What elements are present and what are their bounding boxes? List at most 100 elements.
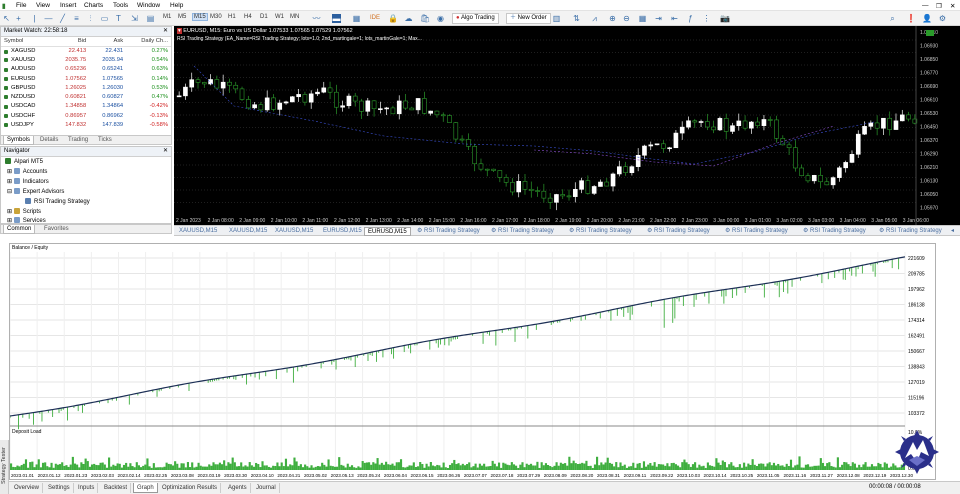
shapes-icon[interactable]: ▭ xyxy=(100,14,109,23)
tab-inputs[interactable]: Inputs xyxy=(75,483,99,493)
cursor-icon[interactable]: ↖ xyxy=(2,14,11,23)
tf-d1[interactable]: D1 xyxy=(260,14,268,20)
arrows-icon[interactable]: ⇲ xyxy=(130,14,139,23)
chart-tab[interactable]: XAUUSD,M15 xyxy=(272,227,316,236)
chart-tab[interactable]: ⚙ RSI Trading Strategy xyxy=(488,227,557,236)
chart-tab[interactable]: ⚙ RSI Trading Strategy xyxy=(644,227,713,236)
market-watch-row[interactable]: USDCHF 0.86957 0.86962 -0.13% xyxy=(1,111,171,120)
chart-tab[interactable]: ⚙ RSI Trading Strategy xyxy=(876,227,945,236)
tile-icon[interactable]: ▦ xyxy=(638,14,647,23)
account-icon[interactable]: 👤 xyxy=(922,14,932,23)
tf-m30[interactable]: M30 xyxy=(210,14,222,20)
algo-trading-button[interactable]: ● Algo Trading xyxy=(452,13,499,24)
notifications-icon[interactable]: ❗ xyxy=(906,14,916,23)
autoscroll-icon[interactable]: ⇥ xyxy=(654,14,663,23)
templates-icon[interactable]: ▦ xyxy=(352,14,361,23)
price-chart[interactable]: 1.070101.069301.068501.067701.066901.066… xyxy=(174,26,960,225)
menu-charts[interactable]: Charts xyxy=(84,2,103,9)
balance-graph[interactable]: 221609 209785 197962 186138 174314 162491 1506… xyxy=(9,243,936,480)
market-watch-row[interactable]: XAUUSD 2035.75 2035.94 0.54% xyxy=(1,55,171,64)
chart-tab[interactable]: ⚙ RSI Trading Strategy xyxy=(722,227,791,236)
tab-graph[interactable]: Graph xyxy=(133,483,158,493)
lock-icon[interactable]: 🔒 xyxy=(388,14,398,23)
market-watch-row[interactable]: EURUSD 1.07562 1.07565 0.14% xyxy=(1,74,171,83)
tab-common[interactable]: Common xyxy=(3,225,36,234)
horizontal-line-icon[interactable]: — xyxy=(44,14,53,23)
market-watch-row[interactable]: NZDUSD 0.60821 0.60827 0.47% xyxy=(1,92,171,101)
tab-settings[interactable]: Settings xyxy=(45,483,74,493)
menu-help[interactable]: Help xyxy=(170,2,183,9)
trade-levels-icon[interactable]: ⩘ xyxy=(590,14,599,23)
tab-ticks[interactable]: Ticks xyxy=(95,136,115,145)
tab-trading[interactable]: Trading xyxy=(65,136,91,145)
chart-tab[interactable]: ⚙ RSI Trading Strategy xyxy=(414,227,483,236)
market-watch-row[interactable]: USDJPY 147.832 147.839 -0.58% xyxy=(1,120,171,129)
tab-journal[interactable]: Journal xyxy=(253,483,280,493)
signals-icon[interactable]: ◉ xyxy=(436,14,445,23)
nav-item-broker[interactable]: Alpari MT5 xyxy=(5,158,43,166)
vertical-line-icon[interactable]: | xyxy=(30,14,39,23)
tf-h1[interactable]: H1 xyxy=(228,14,236,20)
search-icon[interactable]: ⌕ xyxy=(888,14,897,23)
tf-m5[interactable]: M5 xyxy=(178,14,186,20)
new-order-button[interactable]: ＋ New Order xyxy=(506,13,551,24)
nav-item-indicators[interactable]: ⊞ Indicators xyxy=(7,178,49,186)
nav-item-scripts[interactable]: ⊞ Scripts xyxy=(7,208,41,216)
chart-menu-icon[interactable]: ▾ xyxy=(177,28,182,34)
community-icon[interactable]: ⚙ xyxy=(938,14,947,23)
menu-insert[interactable]: Insert xyxy=(60,2,76,9)
tab-overview[interactable]: Overview xyxy=(11,483,44,493)
vps-icon[interactable]: ☁ xyxy=(404,14,413,23)
channel-icon[interactable]: ≡ xyxy=(72,14,81,23)
zoom-in-icon[interactable]: ⊕ xyxy=(608,14,617,23)
market-watch-row[interactable]: GBPUSD 1.26025 1.26030 0.53% xyxy=(1,83,171,92)
col-change[interactable]: Daily Ch... xyxy=(126,37,171,47)
chart-tab-active[interactable]: EURUSD,M15 xyxy=(364,227,411,236)
screenshot-icon[interactable]: 📷 xyxy=(720,14,730,23)
chart-tab[interactable]: ⚙ RSI Trading Strategy xyxy=(566,227,635,236)
menu-tools[interactable]: Tools xyxy=(113,2,128,9)
market-watch-row[interactable]: AUDUSD 0.65236 0.65241 0.63% xyxy=(1,65,171,74)
objects-icon[interactable]: ▤ xyxy=(146,14,155,23)
indicators-icon[interactable]: ƒ xyxy=(686,14,695,23)
market-watch-row[interactable]: XAGUSD 22.413 22.431 0.27% xyxy=(1,46,171,55)
nav-item-expert-advisors[interactable]: ⊟ Expert Advisors xyxy=(7,188,64,196)
tab-optimization[interactable]: Optimization Results xyxy=(159,483,222,493)
tab-details[interactable]: Details xyxy=(37,136,61,145)
tf-h4[interactable]: H4 xyxy=(244,14,252,20)
chart-color-icon[interactable]: ▬ xyxy=(332,14,341,23)
fibonacci-icon[interactable]: ⫶ xyxy=(86,14,95,23)
chart-tab[interactable]: EURUSD,M15 xyxy=(320,227,365,236)
shift-icon[interactable]: ⇤ xyxy=(670,14,679,23)
tf-m15[interactable]: M15 xyxy=(192,13,208,21)
menu-window[interactable]: Window xyxy=(137,2,160,9)
trendline-icon[interactable]: ╱ xyxy=(58,14,67,23)
close-icon[interactable]: ✕ xyxy=(163,147,168,156)
chart-tab[interactable]: ⚙ RSI Trading Strategy xyxy=(800,227,869,236)
tab-backtest[interactable]: Backtest xyxy=(101,483,132,493)
restore-icon[interactable]: ❐ xyxy=(936,2,942,10)
market-watch-row[interactable]: USDCAD 1.34858 1.34864 -0.42% xyxy=(1,102,171,111)
tf-m1[interactable]: M1 xyxy=(163,14,171,20)
tab-favorites[interactable]: Favorites xyxy=(41,225,72,234)
col-bid[interactable]: Bid xyxy=(52,37,90,47)
tf-mn[interactable]: MN xyxy=(290,14,299,20)
tab-symbols[interactable]: Symbols xyxy=(3,136,35,145)
zoom-out-icon[interactable]: ⊖ xyxy=(622,14,631,23)
ide-icon[interactable]: IDE xyxy=(370,14,380,23)
menu-file[interactable]: File xyxy=(16,2,26,9)
close-icon[interactable]: ✕ xyxy=(950,2,955,10)
tf-w1[interactable]: W1 xyxy=(275,14,284,20)
market-icon[interactable]: 🛍 xyxy=(420,14,430,23)
chart-type-icon[interactable]: 〰 xyxy=(312,14,321,23)
text-icon[interactable]: T xyxy=(114,14,123,23)
crosshair-icon[interactable]: + xyxy=(14,14,23,23)
tabs-scroll-icon[interactable]: ◂ xyxy=(948,227,957,236)
col-ask[interactable]: Ask xyxy=(89,37,127,47)
one-click-icon[interactable]: ⇅ xyxy=(572,14,581,23)
col-symbol[interactable]: Symbol xyxy=(1,37,53,47)
period-sep-icon[interactable]: ⋮ xyxy=(702,14,711,23)
nav-item-ea-rsi[interactable]: RSI Trading Strategy xyxy=(25,198,90,206)
minimize-icon[interactable]: — xyxy=(922,2,929,9)
chart-tab[interactable]: XAUUSD,M15 xyxy=(226,227,270,236)
